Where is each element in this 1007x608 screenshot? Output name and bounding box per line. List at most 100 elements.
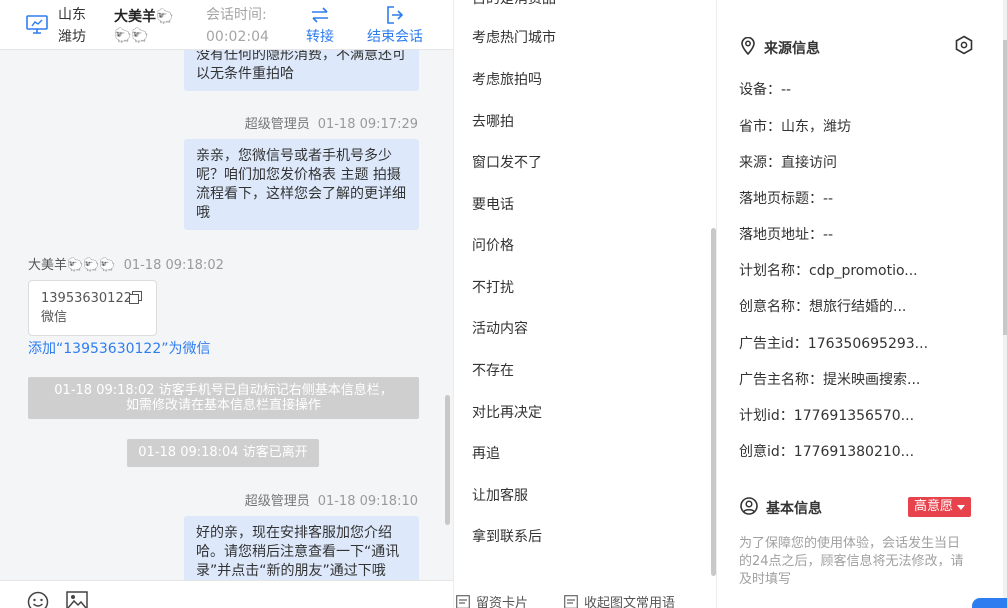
info-value: 提米映画搜索... <box>823 372 921 388</box>
message-meta: 超级管理员 01-18 09:17:29 <box>245 113 418 132</box>
chat-scrollbar[interactable] <box>445 395 450 525</box>
visitor-name: 大美羊🐑 🐑🐑 <box>114 8 186 45</box>
quick-reply-item[interactable]: 自的是消费品 <box>472 0 556 9</box>
info-row-plan-id: 计划id：177691356570... <box>739 405 954 425</box>
info-key: 设备： <box>739 82 781 98</box>
basic-info-label: 基本信息 <box>766 501 822 517</box>
quick-reply-item[interactable]: 拿到联系后 <box>472 527 542 547</box>
quick-reply-item[interactable]: 问价格 <box>472 236 514 256</box>
info-value: cdp_promotio... <box>809 263 918 279</box>
system-note-text: 01-18 09:18:04 访客已离开 <box>138 445 308 460</box>
info-hint: 为了保障您的使用体验，会话发生当日的24点之后，顾客信息将无法修改，请及时填写 <box>739 536 964 587</box>
visitor-province: 山东 <box>58 7 86 23</box>
lead-card-label: 留资卡片 <box>476 596 529 608</box>
visitor-city: 潍坊 <box>58 29 86 45</box>
card-icon <box>456 594 470 608</box>
message-text: 好的亲，现在安排客服加您介绍哈。请您稍后注意查看一下“通讯录”并点击“新的朋友”… <box>196 525 400 579</box>
message-time: 01-18 09:18:02 <box>123 258 224 273</box>
info-key: 广告主id： <box>739 336 808 352</box>
copy-icon[interactable] <box>129 291 142 310</box>
intent-label: 高意愿 <box>914 499 954 514</box>
info-key: 落地页标题： <box>739 191 823 207</box>
quick-reply-item[interactable]: 不存在 <box>472 361 514 381</box>
info-key: 创意id： <box>739 444 794 460</box>
collapse-templates-button[interactable]: 收起图文常用语 <box>564 592 675 608</box>
quick-reply-item[interactable]: 考虑热门城市 <box>472 28 556 48</box>
user-circle-icon <box>740 497 758 519</box>
visitor-name-line: 大美羊🐑 <box>114 9 174 25</box>
info-key: 来源： <box>739 155 781 171</box>
monitor-icon <box>26 15 48 35</box>
info-scrollbar-thumb[interactable] <box>1003 40 1007 335</box>
transfer-button[interactable]: 转接 <box>300 4 340 48</box>
end-session-label: 结束会话 <box>367 29 423 45</box>
message-text: 亲亲，您微信号或者手机号多少呢？咱们加您发价格表 主题 拍摄流程看下，这样您会了… <box>196 148 406 221</box>
session-time-label: 会话时间: <box>206 7 267 23</box>
info-key: 创意名称： <box>739 299 809 315</box>
message-meta: 大美羊🐑🐑🐑 01-18 09:18:02 <box>28 254 224 273</box>
quick-reply-item[interactable]: 再追 <box>472 444 500 464</box>
template-icon <box>564 594 578 608</box>
chat-message-agent: 好的亲，现在安排客服加您介绍哈。请您稍后注意查看一下“通讯录”并点击“新的朋友”… <box>184 516 419 586</box>
info-key: 省市： <box>739 119 781 135</box>
chat-input-toolbar <box>0 580 453 608</box>
info-scrollbar[interactable] <box>1003 0 1007 608</box>
info-key: 落地页地址： <box>739 227 823 243</box>
quick-reply-item[interactable]: 对比再决定 <box>472 403 542 423</box>
end-session-button[interactable]: 结束会话 <box>362 4 428 48</box>
contact-card[interactable]: 13953630122 微信 <box>28 280 157 336</box>
quick-reply-item[interactable]: 去哪拍 <box>472 112 514 132</box>
transfer-label: 转接 <box>306 29 334 45</box>
chat-header: 山东 潍坊 大美羊🐑 🐑🐑 会话时间: 00:02:04 转接 结束会话 <box>0 0 453 50</box>
system-note: 01-18 09:18:04 访客已离开 <box>127 439 319 467</box>
visitor-name-tail: 🐑🐑 <box>114 28 149 44</box>
info-row-landing-url: 落地页地址：-- <box>739 224 954 244</box>
lead-card-button[interactable]: 留资卡片 <box>456 592 528 608</box>
info-value: 177691356570... <box>793 408 915 424</box>
quick-reply-scrollbar[interactable] <box>711 228 716 576</box>
intent-dropdown[interactable]: 高意愿 <box>908 497 972 517</box>
exit-icon <box>362 4 428 26</box>
message-time: 01-18 09:18:10 <box>317 494 418 509</box>
quick-reply-item[interactable]: 让加客服 <box>472 486 528 506</box>
add-wechat-link[interactable]: 添加“13953630122”为微信 <box>28 340 211 358</box>
info-key: 计划id： <box>739 408 794 424</box>
quick-reply-item[interactable]: 考虑旅拍吗 <box>472 70 542 90</box>
visitor-location: 山东 潍坊 <box>58 4 86 48</box>
system-note-line: 01-18 09:18:02 访客手机号已自动标记右侧基本信息栏， <box>54 383 393 398</box>
basic-info-title: 基本信息 <box>740 497 822 519</box>
info-value: 想旅行结婚的... <box>809 299 907 315</box>
image-icon[interactable] <box>66 591 88 608</box>
info-row-device: 设备：-- <box>739 79 954 99</box>
info-row-landing-title: 落地页标题：-- <box>739 188 954 208</box>
emoji-icon[interactable] <box>27 591 49 608</box>
collapse-templates-label: 收起图文常用语 <box>584 596 676 608</box>
source-info-title: 来源信息 <box>740 36 820 59</box>
message-sender: 超级管理员 <box>244 494 310 509</box>
floating-action-button[interactable] <box>972 598 1007 608</box>
chat-panel: 没有任何的隐形消费，不满意还可以无条件重拍哈 超级管理员 01-18 09:17:… <box>0 0 453 608</box>
info-value: 177691380210... <box>793 444 915 460</box>
source-info-label: 来源信息 <box>764 41 820 57</box>
info-key: 广告主名称： <box>739 372 823 388</box>
contact-type: 微信 <box>41 310 68 325</box>
quick-reply-item[interactable]: 要电话 <box>472 195 514 215</box>
session-time: 会话时间: 00:02:04 <box>206 4 269 48</box>
info-row-advertiser-id: 广告主id：176350695293... <box>739 333 954 353</box>
info-value: 山东，潍坊 <box>781 119 851 135</box>
system-note: 01-18 09:18:02 访客手机号已自动标记右侧基本信息栏， 如需修改请在… <box>28 377 419 419</box>
message-sender: 超级管理员 <box>244 117 310 132</box>
quick-reply-item[interactable]: 窗口发不了 <box>472 153 542 173</box>
info-value: 176350695293... <box>807 336 929 352</box>
quick-reply-panel: 自的是消费品 考虑热门城市 考虑旅拍吗 去哪拍 窗口发不了 要电话 问价格 不打… <box>453 0 717 608</box>
quick-reply-item[interactable]: 不打扰 <box>472 278 514 298</box>
info-row-plan-name: 计划名称：cdp_promotio... <box>739 260 954 280</box>
message-time: 01-18 09:17:29 <box>317 117 418 132</box>
hexagon-settings-icon[interactable] <box>954 35 974 59</box>
caret-down-icon <box>957 504 966 510</box>
info-value: 直接访问 <box>781 155 837 171</box>
message-text: 没有任何的隐形消费，不满意还可以无条件重拍哈 <box>196 47 406 82</box>
info-key: 计划名称： <box>739 263 809 279</box>
quick-reply-item[interactable]: 活动内容 <box>472 319 528 339</box>
info-value: -- <box>823 227 834 243</box>
